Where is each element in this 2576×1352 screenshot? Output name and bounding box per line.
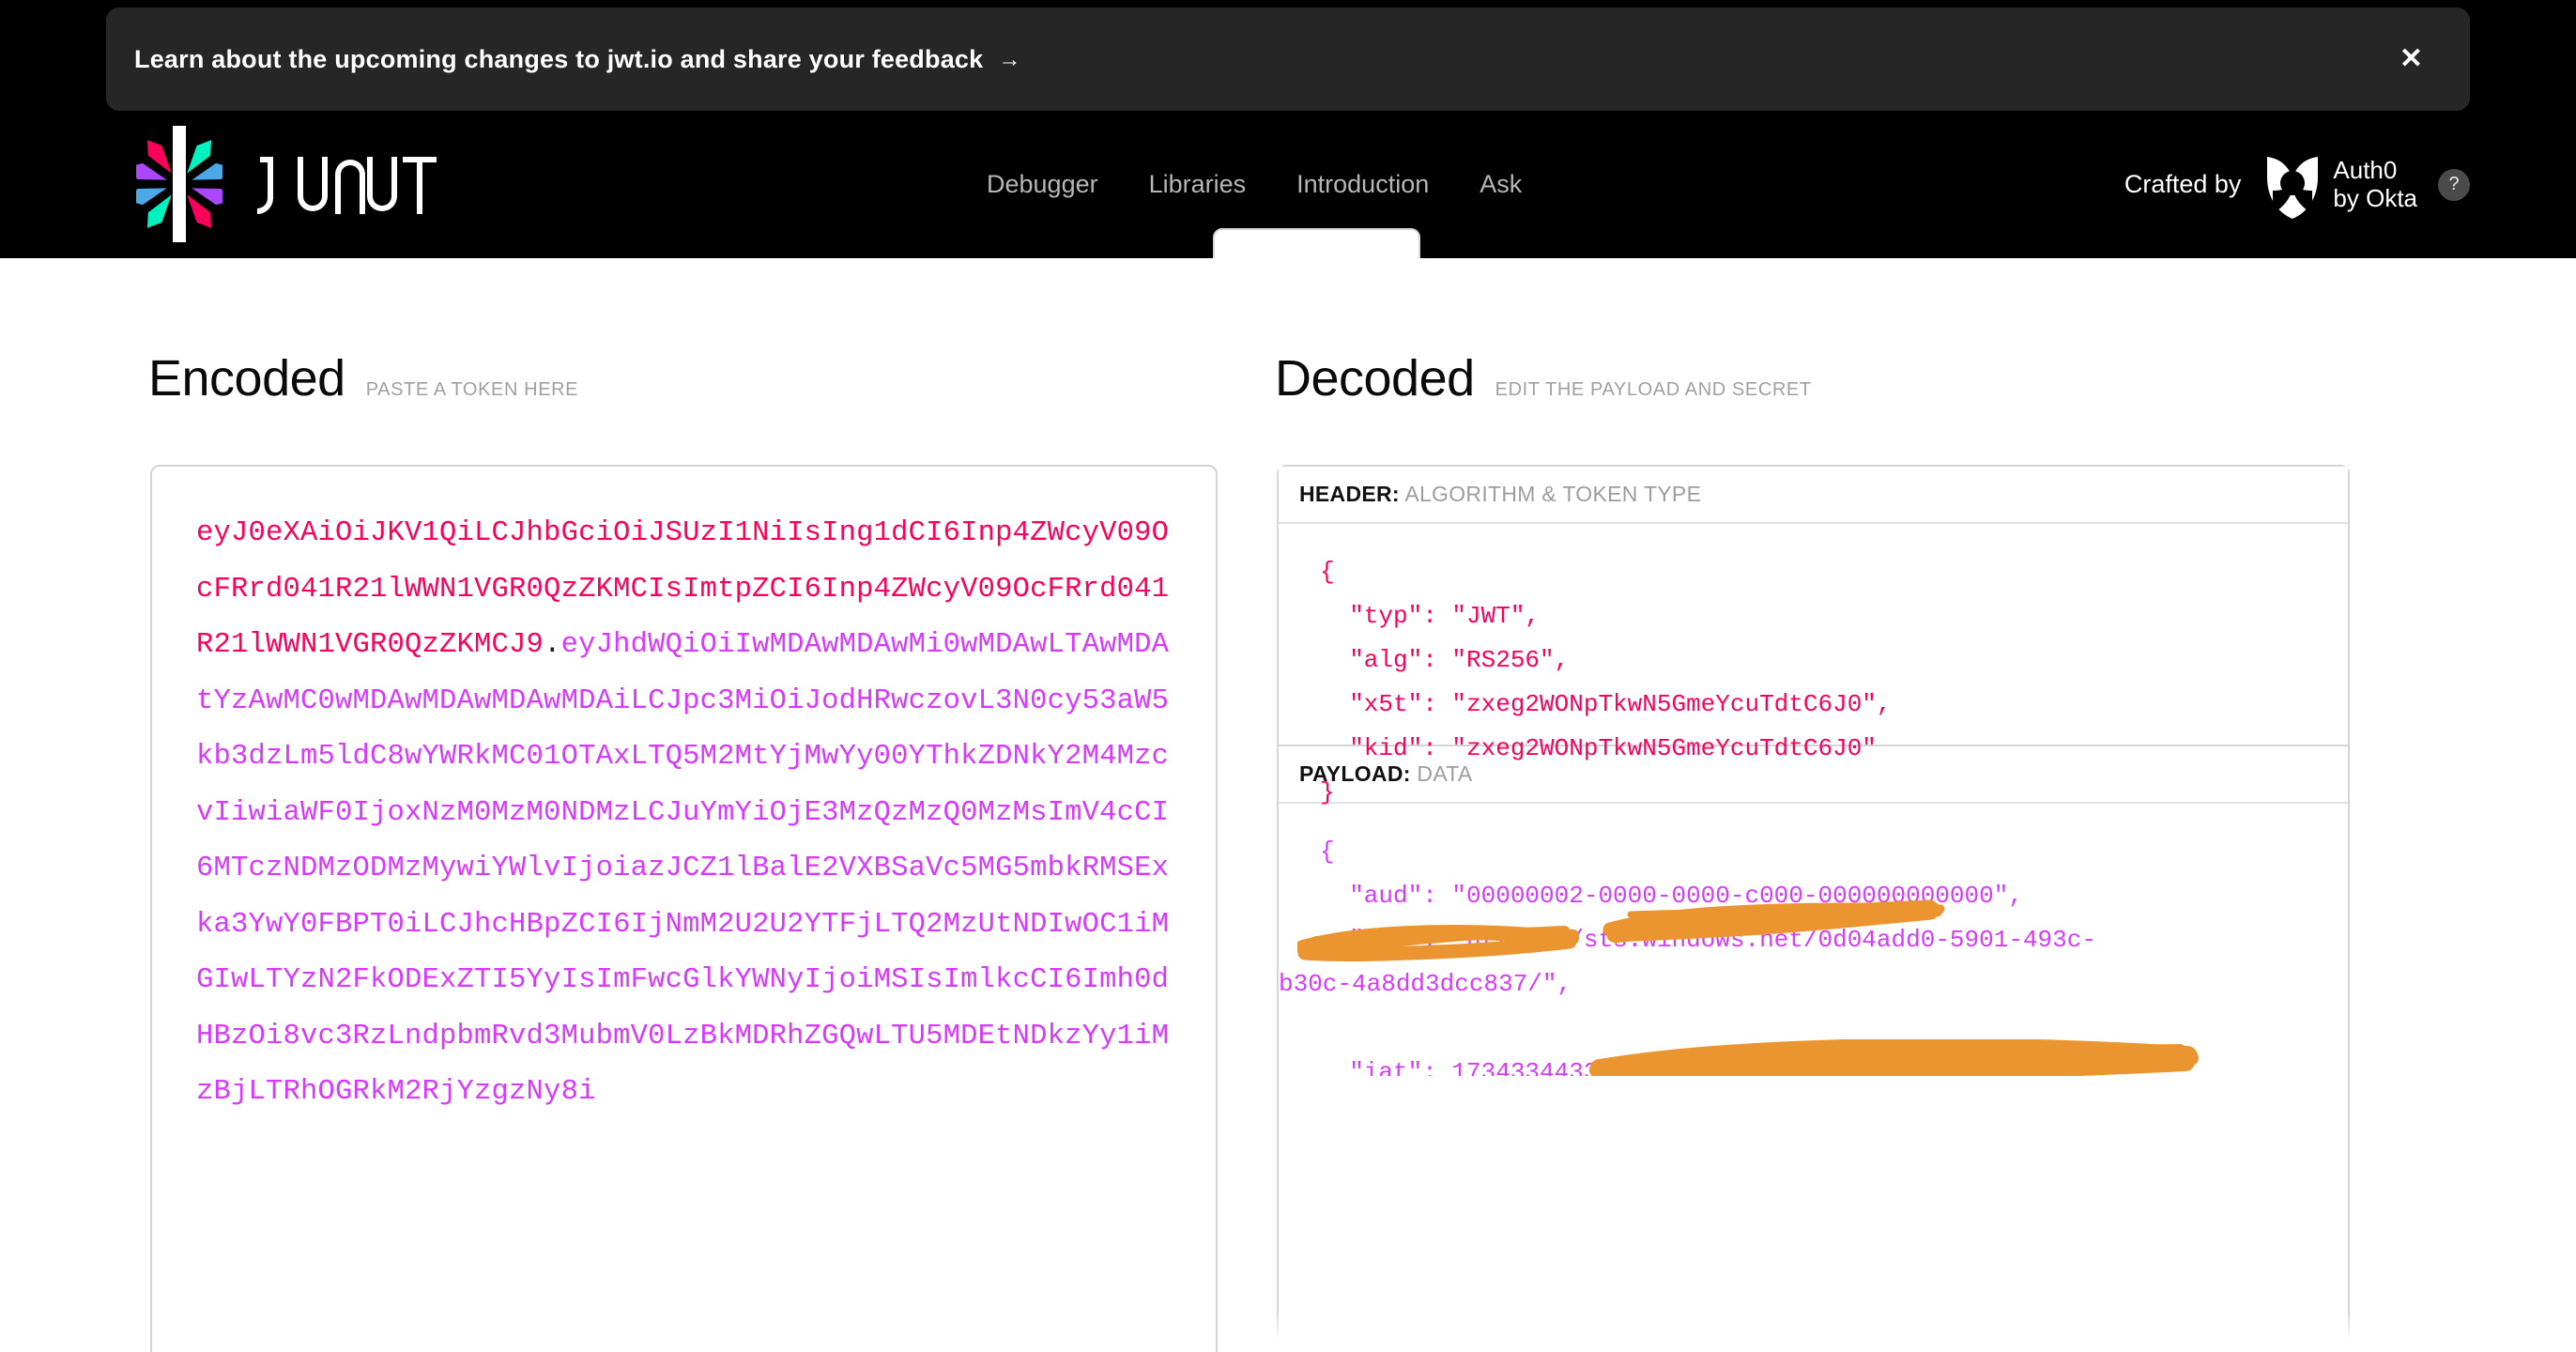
header-json-line: }: [1320, 778, 1335, 807]
payload-fade-overlay: [1277, 1311, 2350, 1350]
announcement-banner: Learn about the upcoming changes to jwt.…: [106, 8, 2470, 111]
iss-redacted-2: b30c-4a8dd3dcc837: [1279, 970, 1528, 998]
arrow-right-icon: →: [998, 47, 1021, 72]
decoded-column: HEADER: ALGORITHM & TOKEN TYPE { "typ": …: [1277, 465, 2350, 1350]
payload-json-line: "aud": "00000002-0000-0000-c000-00000000…: [1320, 882, 2023, 910]
auth0-vendor-name: Auth0 by Okta: [2333, 157, 2417, 211]
iss-redacted-1: 0d04add0-5901-493c-: [1817, 926, 2096, 954]
encoded-fade-overlay: [152, 1313, 1216, 1352]
decoded-header-json[interactable]: { "typ": "JWT", "alg": "RS256", "x5t": "…: [1279, 524, 2348, 807]
token-separator-dot: .: [544, 629, 561, 661]
header-json-line: "x5t": "zxeg2WONpTkwN5GmeYcuTdtC6J0",: [1320, 690, 1892, 718]
decoded-header-block: HEADER: ALGORITHM & TOKEN TYPE { "typ": …: [1277, 465, 2350, 807]
payload-json-line-iss: "iss": "https://sts.windows.net/0d04add0…: [1320, 926, 2096, 954]
payload-json-line: {: [1320, 837, 1335, 866]
header-json-line: "kid": "zxeg2WONpTkwN5GmeYcuTdtC6J0": [1320, 734, 1877, 762]
help-icon[interactable]: ?: [2438, 168, 2470, 201]
redaction-scribble-appid: [1589, 1039, 2199, 1076]
jwt-wordmark: [254, 151, 437, 217]
auth0-shield-icon: [2262, 149, 2323, 221]
encoded-token-panel[interactable]: eyJ0eXAiOiJKV1QiLCJhbGciOiJSUzI1NiIsIng1…: [150, 465, 1218, 1352]
iss-suffix: /",: [1527, 970, 1572, 998]
close-icon[interactable]: ✕: [2390, 39, 2432, 79]
payload-json-line: "iat": 1734334433,: [1320, 1058, 1614, 1076]
nav-item-libraries[interactable]: Libraries: [1124, 170, 1272, 199]
jwt-logo[interactable]: [136, 126, 437, 242]
decoded-header-label-bar: HEADER: ALGORITHM & TOKEN TYPE: [1279, 467, 2348, 524]
vendor-line-2: by Okta: [2333, 183, 2417, 212]
header-json-line: {: [1320, 558, 1335, 586]
encoded-title: Encoded: [148, 350, 345, 407]
decoded-subtitle: EDIT THE PAYLOAD AND SECRET: [1495, 379, 1812, 400]
vendor-line-1: Auth0: [2333, 156, 2398, 185]
nav-item-ask[interactable]: Ask: [1454, 170, 1547, 199]
decoded-header-label-detail: ALGORITHM & TOKEN TYPE: [1404, 482, 1702, 506]
iss-prefix: "iss": "https://sts.windows.net/: [1320, 926, 1818, 954]
header-json-line: "typ": "JWT",: [1320, 602, 1541, 630]
token-payload-segment: eyJhdWQiOiIwMDAwMDAwMi0wMDAwLTAwMDAtYzAw…: [196, 629, 1170, 1108]
announcement-banner-link[interactable]: Learn about the upcoming changes to jwt.…: [134, 45, 1020, 74]
nav-item-introduction[interactable]: Introduction: [1271, 170, 1454, 199]
decoded-heading: Decoded EDIT THE PAYLOAD AND SECRET: [1275, 349, 1812, 407]
payload-json-line-iss-wrap: b30c-4a8dd3dcc837/",: [1279, 962, 2327, 1006]
encoded-token-text[interactable]: eyJ0eXAiOiJKV1QiLCJhbGciOiJSUzI1NiIsIng1…: [196, 506, 1178, 1121]
encoded-heading: Encoded PASTE A TOKEN HERE: [148, 349, 578, 407]
crafted-by-label: Crafted by: [2124, 170, 2242, 198]
encoded-subtitle: PASTE A TOKEN HERE: [365, 379, 579, 400]
main-content: Encoded PASTE A TOKEN HERE Decoded EDIT …: [0, 258, 2576, 1352]
announcement-banner-text: Learn about the upcoming changes to jwt.…: [134, 44, 984, 73]
nav-item-debugger[interactable]: Debugger: [961, 170, 1124, 199]
decoded-payload-block: PAYLOAD: DATA { "aud": "00000002-0000-00…: [1277, 745, 2350, 1350]
decoded-payload-json[interactable]: { "aud": "00000002-0000-0000-c000-000000…: [1279, 804, 2348, 1076]
jwt-pinwheel-icon: [136, 126, 222, 242]
decoded-header-label: HEADER:: [1299, 482, 1400, 506]
decoded-title: Decoded: [1275, 350, 1475, 407]
header-json-line: "alg": "RS256",: [1320, 646, 1570, 674]
crafted-by-block: Crafted by Auth0 by Okta ?: [2124, 111, 2470, 258]
